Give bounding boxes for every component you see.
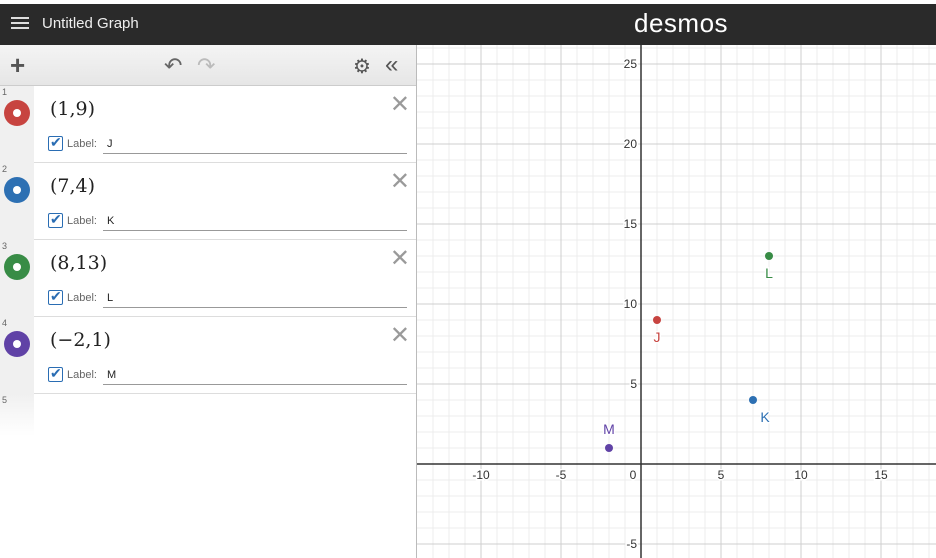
label-caption: Label:	[67, 369, 97, 381]
new-expression-row[interactable]: 5	[0, 394, 34, 436]
expression-gutter: 4	[0, 317, 34, 394]
label-input[interactable]	[103, 134, 407, 154]
label-caption: Label:	[67, 215, 97, 227]
label-checkbox[interactable]	[48, 134, 63, 151]
x-tick-label: 0	[630, 468, 637, 482]
y-tick-label: -5	[626, 537, 637, 551]
x-tick-label: -10	[472, 468, 490, 482]
graph-title[interactable]: Untitled Graph	[42, 15, 139, 32]
point-color-icon[interactable]	[4, 254, 30, 280]
point-color-icon[interactable]	[4, 177, 30, 203]
point-K[interactable]	[749, 396, 757, 404]
label-input[interactable]	[103, 211, 407, 231]
point-J[interactable]	[653, 316, 661, 324]
expression-item[interactable]: 3 (8,13) ✕ Label:	[0, 240, 416, 317]
point-color-icon[interactable]	[4, 331, 30, 357]
graph-paper[interactable]: -10 -5 0 5 10 15 25 20 15 10 5 -5 J K L M	[417, 45, 936, 558]
y-tick-label: 25	[624, 57, 638, 71]
close-icon[interactable]: ✕	[390, 167, 410, 196]
menu-icon[interactable]	[10, 14, 30, 34]
desmos-logo: desmos	[634, 8, 729, 38]
undo-icon[interactable]: ↶	[164, 53, 182, 79]
label-input[interactable]	[103, 288, 407, 308]
point-label: K	[760, 409, 770, 425]
point-L[interactable]	[765, 252, 773, 260]
label-caption: Label:	[67, 292, 97, 304]
y-tick-label: 20	[624, 137, 638, 151]
expression-gutter: 3	[0, 240, 34, 317]
double-chevron-left-icon[interactable]: «	[385, 51, 399, 79]
gear-icon[interactable]: ⚙	[353, 54, 371, 79]
point-label: M	[603, 421, 615, 437]
expression-item[interactable]: 1 (1,9) ✕ Label:	[0, 86, 416, 163]
label-checkbox[interactable]	[48, 365, 63, 382]
expression-math[interactable]: (1,9)	[50, 98, 95, 120]
expression-index: 2	[2, 164, 8, 174]
point-label: J	[654, 329, 661, 345]
close-icon[interactable]: ✕	[390, 244, 410, 273]
x-tick-label: 15	[874, 468, 888, 482]
label-checkbox[interactable]	[48, 288, 63, 305]
label-caption: Label:	[67, 138, 97, 150]
expression-index: 3	[2, 241, 8, 251]
point-color-icon[interactable]	[4, 100, 30, 126]
y-tick-label: 10	[624, 297, 638, 311]
x-tick-label: -5	[556, 468, 567, 482]
expression-index: 1	[2, 87, 8, 97]
expression-math[interactable]: (7,4)	[50, 175, 95, 197]
expression-panel: + ↶ ↷ ⚙ « 1 (1,9) ✕ Label: 2 (7,4) ✕ Lab…	[0, 45, 417, 558]
y-tick-label: 5	[630, 377, 637, 391]
redo-icon[interactable]: ↷	[197, 53, 215, 79]
close-icon[interactable]: ✕	[390, 90, 410, 119]
plus-icon[interactable]: +	[10, 51, 25, 79]
expression-math[interactable]: (8,13)	[50, 252, 107, 274]
expression-index: 4	[2, 318, 8, 328]
label-input[interactable]	[103, 365, 407, 385]
label-checkbox[interactable]	[48, 211, 63, 228]
expression-index: 5	[2, 395, 8, 405]
x-tick-label: 10	[794, 468, 808, 482]
expression-item[interactable]: 2 (7,4) ✕ Label:	[0, 163, 416, 240]
expression-math[interactable]: (−2,1)	[50, 329, 111, 351]
expression-gutter: 1	[0, 86, 34, 163]
x-tick-label: 5	[718, 468, 725, 482]
point-M[interactable]	[605, 444, 613, 452]
expression-toolbar: + ↶ ↷ ⚙ «	[0, 45, 416, 86]
expression-item[interactable]: 4 (−2,1) ✕ Label:	[0, 317, 416, 394]
expression-gutter: 2	[0, 163, 34, 240]
graph-canvas[interactable]: -10 -5 0 5 10 15 25 20 15 10 5 -5 J K L M	[417, 45, 936, 558]
y-tick-label: 15	[624, 217, 638, 231]
close-icon[interactable]: ✕	[390, 321, 410, 350]
top-bar: Untitled Graph desmos	[0, 0, 936, 45]
point-label: L	[765, 265, 773, 281]
